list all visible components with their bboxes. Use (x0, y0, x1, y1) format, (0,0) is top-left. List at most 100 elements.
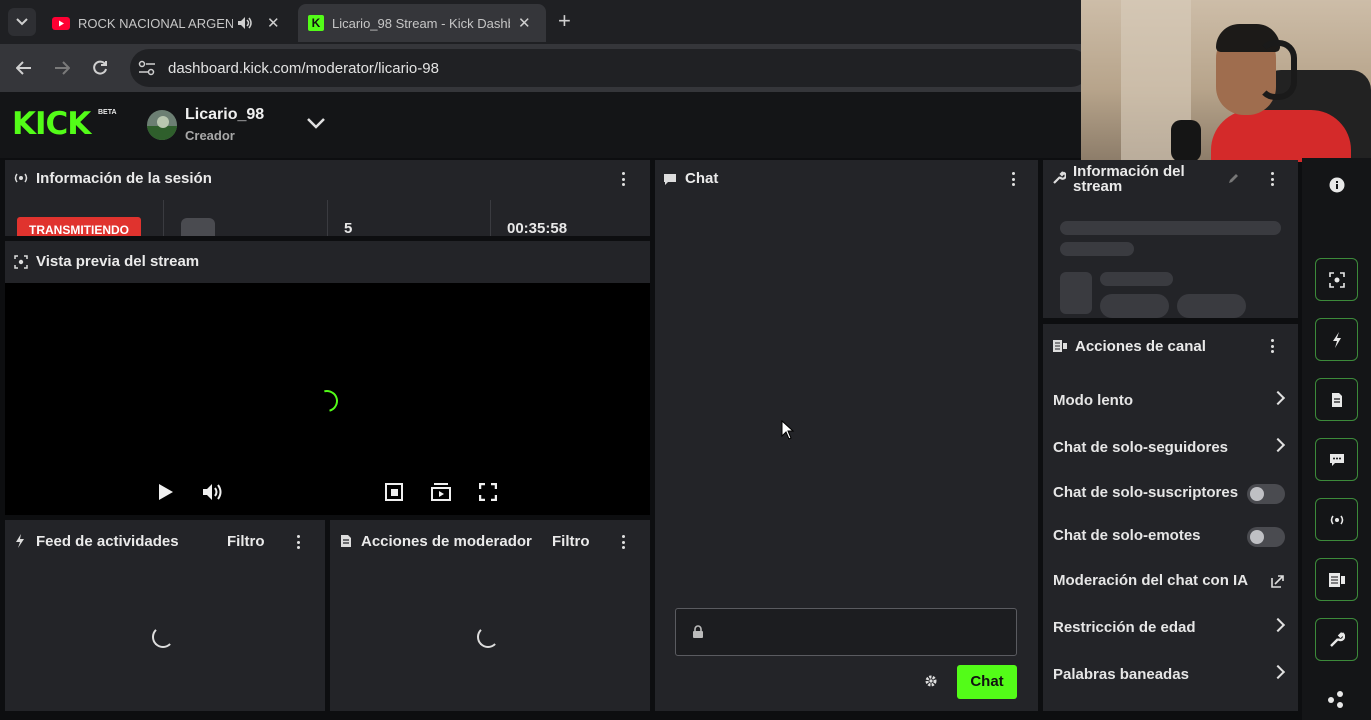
status-badge: TRANSMITIENDO (17, 217, 141, 236)
gear-icon[interactable] (923, 673, 939, 689)
arrow-right-icon (55, 61, 70, 75)
sidebar-preview-button[interactable] (1315, 258, 1358, 301)
info-icon[interactable] (1329, 177, 1345, 193)
volume-icon[interactable] (202, 483, 224, 501)
chevron-right-icon (1270, 390, 1286, 406)
subscribers-only-toggle[interactable] (1247, 484, 1285, 504)
session-menu-button[interactable] (617, 170, 629, 188)
pencil-icon[interactable] (1228, 172, 1240, 184)
action-label: Modo lento (1053, 392, 1133, 409)
viewer-count: 5 (344, 220, 353, 237)
sidebar-session-button[interactable] (1315, 498, 1358, 541)
stream-info-panel: Información del stream (1043, 160, 1298, 318)
close-tab-icon[interactable]: ✕ (267, 14, 280, 32)
tab-kick-dashboard[interactable]: K Licario_98 Stream - Kick Dashbo ✕ (298, 4, 546, 42)
stream-info-menu-button[interactable] (1266, 170, 1278, 188)
action-label: Restricción de edad (1053, 619, 1196, 636)
action-label: Chat de solo-seguidores (1053, 439, 1229, 456)
panel-title: Acciones de moderador (361, 533, 532, 550)
tab-title: Licario_98 Stream - Kick Dashbo (332, 15, 510, 31)
activity-menu-button[interactable] (292, 533, 304, 551)
avatar[interactable] (147, 110, 177, 140)
theater-mode-icon[interactable] (431, 483, 451, 501)
category-thumbnail-placeholder (181, 218, 215, 236)
document-icon (341, 535, 351, 547)
mouse-cursor-icon (781, 420, 795, 440)
youtube-icon (52, 16, 70, 30)
url-bar[interactable]: dashboard.kick.com/moderator/licario-98 (130, 49, 1090, 87)
tab-youtube[interactable]: ROCK NACIONAL ARGENTIN ✕ (44, 4, 294, 42)
action-row-ai-moderation[interactable]: Moderación del chat con IA (1043, 562, 1297, 602)
chevron-right-icon (1270, 437, 1286, 453)
webcam-overlay (1081, 0, 1371, 162)
channel-actions-icon (1328, 572, 1345, 587)
loading-spinner-icon (311, 385, 343, 417)
action-label: Palabras baneadas (1053, 666, 1189, 683)
channel-user-name: Licario_98 (185, 106, 265, 123)
mini-player-icon[interactable] (385, 483, 403, 501)
close-tab-icon[interactable]: ✕ (518, 14, 531, 32)
chat-menu-button[interactable] (1007, 170, 1019, 188)
chat-panel: Chat Chat (655, 160, 1038, 711)
lightning-icon (1332, 331, 1341, 348)
sidebar-chat-button[interactable] (1315, 438, 1358, 481)
more-widgets-icon[interactable] (1326, 690, 1346, 708)
reload-icon (93, 60, 107, 75)
loading-spinner-icon (152, 626, 174, 648)
activity-filter-button[interactable]: Filtro (227, 533, 265, 550)
panel-title: Información de la sesión (36, 170, 212, 187)
stream-duration: 00:35:58 (507, 220, 568, 237)
divider (490, 200, 491, 236)
forward-button[interactable] (50, 56, 74, 80)
activity-feed-panel: Feed de actividades Filtro (5, 520, 325, 711)
speaker-icon[interactable] (237, 16, 253, 30)
skeleton-line (1060, 242, 1134, 256)
action-label: Moderación del chat con IA (1053, 572, 1249, 589)
stream-preview-header: Vista previa del stream (5, 241, 650, 283)
broadcast-icon (14, 173, 28, 183)
loading-spinner-icon (477, 626, 499, 648)
panel-title: Acciones de canal (1075, 338, 1206, 355)
skeleton-tag (1100, 294, 1169, 318)
action-row-banned-words[interactable]: Palabras baneadas (1043, 656, 1297, 696)
channel-actions-panel: Acciones de canal Modo lento Chat de sol… (1043, 324, 1298, 711)
tab-search-button[interactable] (8, 8, 36, 36)
back-button[interactable] (12, 56, 36, 80)
logo-text: KICK (12, 106, 91, 142)
sidebar-modactions-button[interactable] (1315, 378, 1358, 421)
panel-title: Información del stream (1073, 163, 1185, 195)
play-icon[interactable] (158, 483, 174, 501)
kick-favicon-icon: K (308, 15, 324, 31)
skeleton-line (1060, 221, 1281, 235)
reload-button[interactable] (88, 56, 112, 80)
logo-beta-badge: BETA (98, 109, 117, 116)
panel-title: Feed de actividades (36, 533, 179, 550)
action-row-followers-only[interactable]: Chat de solo-seguidores (1043, 429, 1297, 469)
new-tab-button[interactable]: + (558, 10, 571, 32)
action-row-age-restriction[interactable]: Restricción de edad (1043, 609, 1297, 649)
chat-message-input[interactable] (675, 608, 1017, 656)
document-icon (1331, 392, 1342, 407)
action-row-slow-mode[interactable]: Modo lento (1043, 382, 1297, 422)
sidebar-stream-info-button[interactable] (1315, 618, 1358, 661)
modactions-menu-button[interactable] (617, 533, 629, 551)
url-text: dashboard.kick.com/moderator/licario-98 (168, 59, 439, 77)
sidebar-activity-button[interactable] (1315, 318, 1358, 361)
panel-title: Vista previa del stream (36, 253, 200, 270)
modactions-filter-button[interactable]: Filtro (552, 533, 590, 550)
divider (163, 200, 164, 236)
chat-send-button[interactable]: Chat (957, 665, 1017, 699)
skeleton-line (1100, 272, 1173, 286)
sidebar-channel-actions-button[interactable] (1315, 558, 1358, 601)
channel-switcher-button[interactable] (306, 116, 326, 135)
kick-logo[interactable]: KICK BETA (12, 106, 117, 142)
channel-actions-menu-button[interactable] (1266, 337, 1278, 355)
site-settings-icon[interactable] (138, 60, 156, 76)
external-link-icon (1271, 575, 1284, 588)
emotes-only-toggle[interactable] (1247, 527, 1285, 547)
tab-title: ROCK NACIONAL ARGENTIN (78, 15, 233, 31)
chevron-right-icon (1270, 664, 1286, 680)
action-label: Chat de solo-suscriptores (1053, 484, 1239, 501)
stream-video-player[interactable] (5, 283, 650, 515)
fullscreen-icon[interactable] (479, 483, 497, 501)
